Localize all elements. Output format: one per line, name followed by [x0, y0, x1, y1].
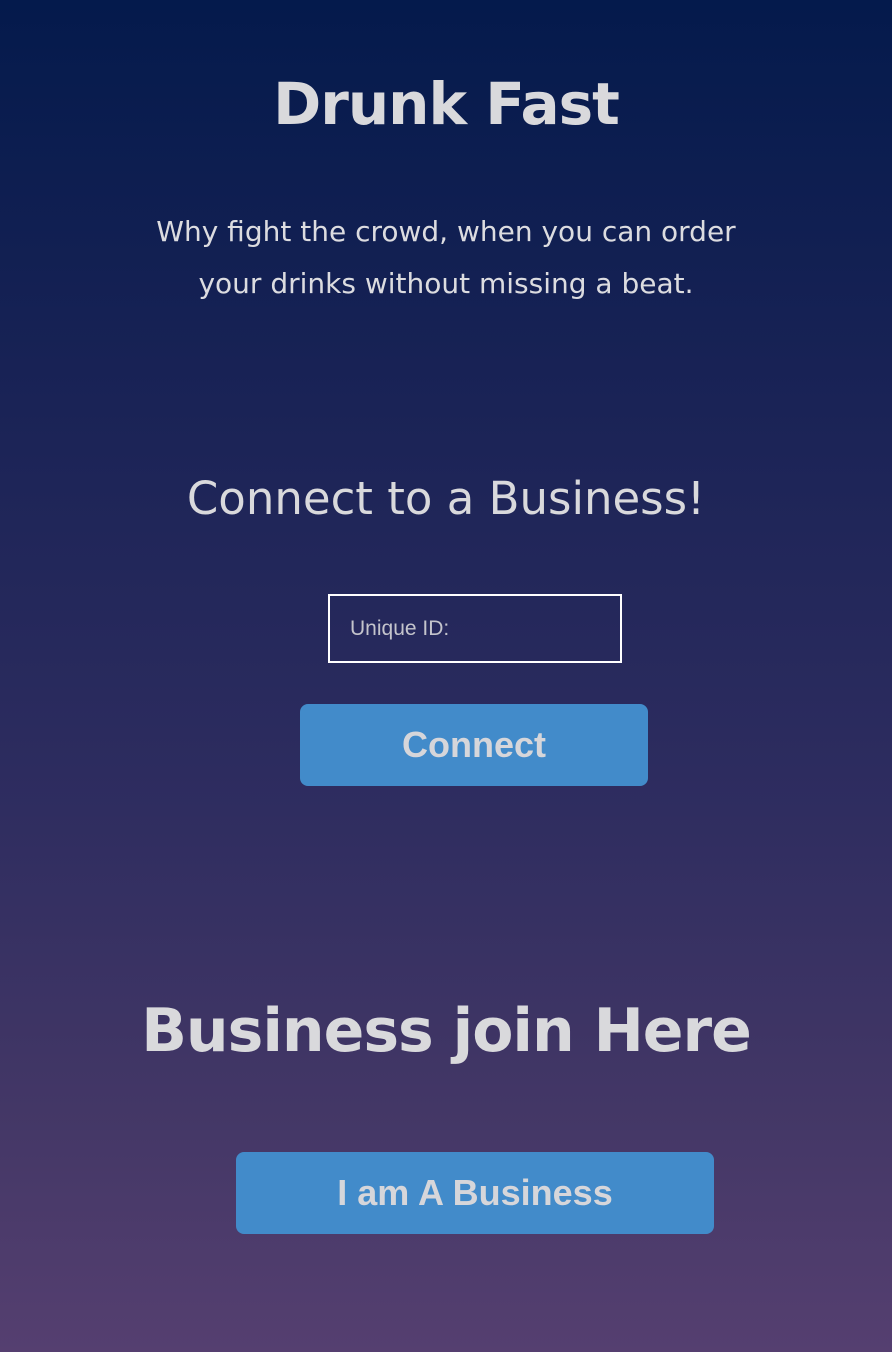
- connect-heading: Connect to a Business!: [186, 472, 706, 525]
- app-title: Drunk Fast: [273, 70, 620, 138]
- tagline: Why fight the crowd, when you can order …: [156, 215, 736, 300]
- connect-button[interactable]: Connect: [300, 704, 648, 786]
- business-heading: Business join Here: [141, 996, 752, 1066]
- unique-id-input[interactable]: [328, 594, 622, 663]
- i-am-a-business-button[interactable]: I am A Business: [236, 1152, 714, 1234]
